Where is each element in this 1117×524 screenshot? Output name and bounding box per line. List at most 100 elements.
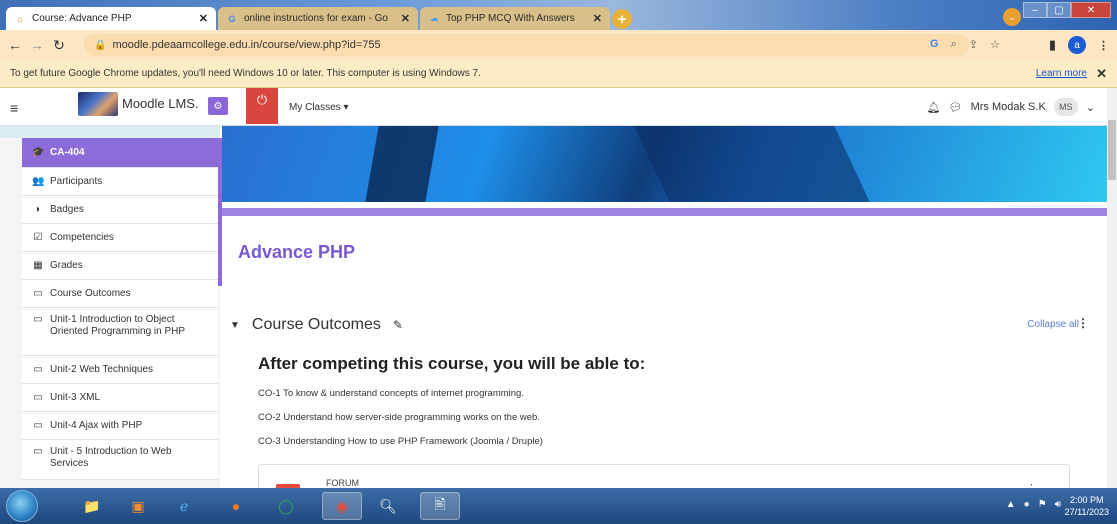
close-tab-icon[interactable]: ✕ (593, 12, 602, 25)
folder-icon: ▭ (33, 392, 43, 403)
menu-kebab-icon[interactable]: ⋮ (1098, 39, 1109, 52)
volume-icon[interactable]: 🔊︎ (1055, 499, 1061, 510)
site-name[interactable]: Moodle LMS. (122, 96, 199, 111)
folder-icon: ▭ (33, 288, 43, 299)
sidebar-top-strip (0, 126, 220, 138)
new-tab-button[interactable]: + (612, 9, 632, 29)
bookmark-star-icon[interactable]: ☆ (990, 38, 1000, 51)
folder-icon: ▭ (33, 420, 43, 431)
close-tab-icon[interactable]: ✕ (401, 12, 410, 25)
folder-icon: ▭ (33, 446, 43, 457)
sidebar-item-course-outcomes[interactable]: ▭ Course Outcomes (22, 280, 218, 308)
clock-date: 27/11/2023 (1064, 507, 1109, 517)
sidebar-item-unit-2[interactable]: ▭ Unit-2 Web Techniques (22, 356, 218, 384)
learn-more-link[interactable]: Learn more (1036, 68, 1087, 79)
zoom-icon[interactable]: ⌕ (951, 38, 957, 51)
sidebar-item-badges[interactable]: ◗ Badges (22, 196, 218, 224)
start-button[interactable] (6, 490, 38, 522)
sidebar-item-label: CA-404 (50, 147, 85, 158)
shield-icon: ◗ (34, 204, 42, 215)
chrome-icon[interactable]: ◉ (322, 492, 362, 520)
tab-search-icon[interactable]: ⌄ (1003, 8, 1021, 26)
section-header[interactable]: ▼ Course Outcomes ✎ (230, 316, 403, 334)
tray-expand-icon[interactable]: ▲ (1006, 499, 1016, 510)
course-banner-image (222, 126, 1107, 202)
pencil-icon[interactable]: ✎ (393, 318, 403, 332)
side-panel-icon[interactable]: ▮ (1049, 37, 1056, 53)
close-window-button[interactable]: ✕ (1071, 2, 1111, 18)
network-icon[interactable]: ● (1024, 499, 1030, 510)
tab-course-advance-php[interactable]: ⌂ Course: Advance PHP ✕ (6, 7, 216, 30)
google-translate-icon[interactable]: G (930, 38, 939, 51)
sidebar-item-label: Participants (50, 176, 103, 187)
outcome-item: CO-3 Understanding How to use PHP Framew… (258, 436, 543, 447)
window-controls: – ▢ ✕ (1023, 2, 1111, 18)
media-player-icon[interactable]: ▣ (118, 492, 158, 520)
sidebar-item-unit-5[interactable]: ▭ Unit - 5 Introduction to Web Services (22, 440, 218, 480)
banner-shape (634, 126, 870, 202)
outcome-item: CO-1 To know & understand concepts of in… (258, 388, 524, 399)
collapse-all-link[interactable]: Collapse all (1027, 319, 1079, 330)
opera-icon[interactable]: ◯ (266, 492, 306, 520)
user-name[interactable]: Mrs Modak S.K (971, 101, 1046, 113)
sidebar-item-unit-4[interactable]: ▭ Unit-4 Ajax with PHP (22, 412, 218, 440)
wordpad-icon[interactable]: 🖹 (420, 492, 460, 520)
forward-arrow-icon[interactable]: → (26, 37, 48, 53)
infobar-message: To get future Google Chrome updates, you… (10, 68, 481, 79)
section-menu-icon[interactable]: ⋮ (1077, 316, 1089, 330)
file-explorer-icon[interactable]: 📁 (72, 492, 112, 520)
sidebar-item-label: Badges (50, 204, 84, 215)
url-field[interactable]: 🔒 moodle.pdeaamcollege.edu.in/course/vie… (84, 34, 969, 56)
avatar[interactable]: MS (1053, 98, 1078, 116)
outcomes-heading: After competing this course, you will be… (258, 354, 646, 373)
bell-icon[interactable]: 🔔︎ (927, 101, 941, 114)
forum-activity-card[interactable] (258, 464, 1070, 488)
chevron-down-icon[interactable]: ▼ (230, 320, 240, 331)
sidebar-item-label: Unit-3 XML (50, 392, 101, 403)
minimize-button[interactable]: – (1023, 2, 1047, 18)
system-tray: ▲ ● ⚑ 🔊︎ (1006, 499, 1061, 510)
flag-icon[interactable]: ⚑ (1038, 499, 1047, 510)
sidebar-item-grades[interactable]: ▦ Grades (22, 252, 218, 280)
course-sidebar: 🎓 CA-404 👥 Participants ◗ Badges ☑ Compe… (0, 126, 222, 488)
my-classes-menu[interactable]: My Classes ▾ (289, 102, 348, 113)
users-icon: 👥 (32, 176, 45, 187)
sidebar-item-participants[interactable]: 👥 Participants (22, 168, 218, 196)
share-icon[interactable]: ⇪ (969, 38, 978, 51)
sidebar-item-label: Grades (50, 260, 83, 271)
user-menu[interactable]: 🔔︎ 💬︎ Mrs Modak S.K MS ⌄ (927, 98, 1095, 116)
sidebar-item-unit-1[interactable]: ▭ Unit-1 Introduction to Object Oriented… (22, 308, 218, 356)
google-icon: G (228, 13, 236, 24)
sidebar-item-unit-3[interactable]: ▭ Unit-3 XML (22, 384, 218, 412)
back-arrow-icon[interactable]: ← (4, 37, 26, 53)
clock-time: 2:00 PM (1070, 495, 1104, 505)
sidebar-item-label: Unit-4 Ajax with PHP (50, 420, 143, 431)
reload-icon[interactable]: ↻ (48, 37, 70, 54)
sidebar-item-ca-404[interactable]: 🎓 CA-404 (22, 138, 218, 168)
tab-title: Course: Advance PHP (32, 13, 132, 24)
sidebar-item-label: Unit-1 Introduction to Object Oriented P… (50, 314, 186, 337)
sidebar-list: 🎓 CA-404 👥 Participants ◗ Badges ☑ Compe… (22, 138, 218, 480)
close-tab-icon[interactable]: ✕ (199, 12, 208, 25)
chevron-down-icon[interactable]: ⌄ (1086, 101, 1095, 114)
chat-icon[interactable]: 💬︎ (949, 101, 963, 114)
page-scrollbar[interactable] (1107, 88, 1117, 488)
tab-top-php-mcq[interactable]: ☁ Top PHP MCQ With Answers ✕ (420, 7, 610, 30)
site-logo[interactable] (78, 92, 118, 116)
tab-online-instructions[interactable]: G online instructions for exam - Go ✕ (218, 7, 418, 30)
course-main: Advance PHP ▼ Course Outcomes ✎ Collapse… (222, 126, 1107, 488)
cloud-icon: ☁ (429, 13, 439, 23)
maximize-button[interactable]: ▢ (1047, 2, 1071, 18)
profile-avatar[interactable]: a (1068, 36, 1086, 54)
internet-explorer-icon[interactable]: ℯ (164, 492, 204, 520)
taskbar-clock[interactable]: 2:00 PM 27/11/2023 (1065, 494, 1109, 518)
hamburger-menu-icon[interactable]: ≡ (10, 100, 18, 116)
search-tool-icon[interactable]: 🔍︎ (368, 492, 408, 520)
lock-icon: 🔒 (94, 39, 107, 51)
power-icon[interactable]: ⏻ (246, 88, 278, 124)
sidebar-item-competencies[interactable]: ☑ Competencies (22, 224, 218, 252)
gear-icon[interactable]: ⚙ (208, 97, 228, 115)
firefox-icon[interactable]: ● (216, 492, 256, 520)
scrollbar-thumb[interactable] (1108, 120, 1116, 180)
close-icon[interactable]: ✕ (1096, 66, 1107, 82)
